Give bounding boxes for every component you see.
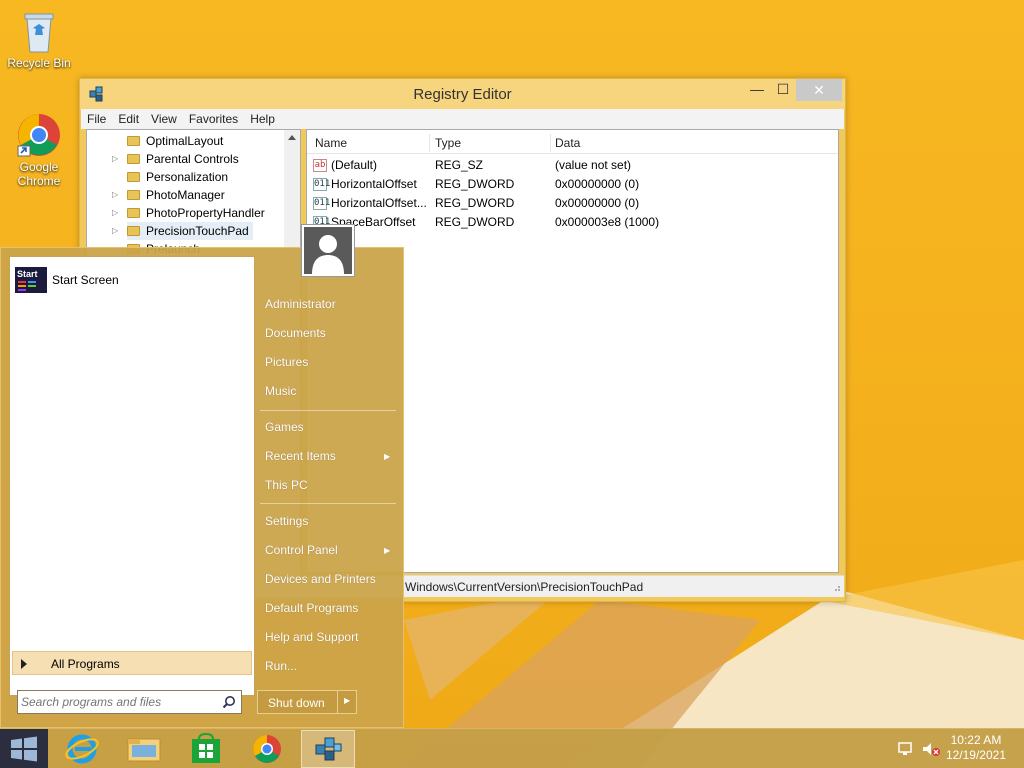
menu-file[interactable]: File <box>81 109 112 126</box>
expand-icon[interactable]: ▷ <box>112 150 118 168</box>
list-header: Name Type Data <box>307 130 838 154</box>
tree-item[interactable]: Personalization <box>127 168 228 186</box>
file-explorer-icon <box>127 738 161 762</box>
search-input[interactable] <box>21 694 216 710</box>
table-row[interactable]: 011 HorizontalOffset REG_DWORD 0x0000000… <box>313 175 833 194</box>
start-item-pictures[interactable]: Pictures <box>265 355 308 369</box>
start-item-run[interactable]: Run... <box>265 659 297 673</box>
status-path: Windows\CurrentVersion\PrecisionTouchPad <box>405 580 644 594</box>
folder-icon <box>127 190 140 200</box>
avatar[interactable] <box>301 224 355 277</box>
start-item-control-panel[interactable]: Control Panel <box>265 543 338 557</box>
string-value-icon: ab <box>313 159 327 172</box>
column-type[interactable]: Type <box>435 136 461 150</box>
shutdown-options-icon[interactable]: ▶ <box>344 696 350 705</box>
desktop-icon-recycle-bin[interactable]: Recycle Bin <box>4 8 74 70</box>
title-bar[interactable]: Registry Editor — ☐ ✕ <box>80 79 845 109</box>
table-row[interactable]: ab (Default) REG_SZ (value not set) <box>313 156 833 175</box>
pinned-item-start-screen[interactable]: Start Start Screen <box>15 267 245 293</box>
taskbar-internet-explorer[interactable] <box>55 730 109 768</box>
taskbar-clock[interactable]: 10:22 AM 12/19/2021 <box>946 733 1006 763</box>
expand-icon[interactable]: ▷ <box>112 204 118 222</box>
submenu-arrow-icon: ▶ <box>384 452 391 461</box>
menu-view[interactable]: View <box>145 109 183 126</box>
window-title: Registry Editor <box>413 86 512 103</box>
recycle-bin-icon <box>24 13 54 53</box>
table-row[interactable]: 011 HorizontalOffset... REG_DWORD 0x0000… <box>313 194 833 213</box>
column-data[interactable]: Data <box>555 136 580 150</box>
clock-time: 10:22 AM <box>950 733 1002 747</box>
start-item-this-pc[interactable]: This PC <box>265 478 308 492</box>
regedit-icon <box>315 737 342 761</box>
submenu-arrow-icon: ▶ <box>384 546 391 555</box>
start-screen-icon: Start <box>15 267 47 293</box>
start-item-documents[interactable]: Documents <box>265 326 326 340</box>
scroll-up-icon[interactable] <box>284 130 300 146</box>
column-name[interactable]: Name <box>315 136 347 150</box>
desktop-icon-google-chrome[interactable]: Google Chrome <box>4 112 74 188</box>
menu-bar: File Edit View Favorites Help <box>81 109 844 129</box>
taskbar-file-explorer[interactable] <box>117 730 171 768</box>
chrome-icon <box>253 735 281 763</box>
start-button[interactable] <box>0 729 48 768</box>
expand-icon[interactable]: ▷ <box>112 222 118 240</box>
all-programs-button[interactable]: All Programs <box>12 651 252 675</box>
clock-date: 12/19/2021 <box>945 748 1006 762</box>
user-icon <box>312 235 344 274</box>
maximize-button[interactable]: ☐ <box>770 79 796 101</box>
close-button[interactable]: ✕ <box>796 79 842 101</box>
taskbar-store[interactable] <box>179 730 233 768</box>
tree-item-selected[interactable]: ▷ PrecisionTouchPad <box>112 222 253 240</box>
separator <box>260 410 396 411</box>
taskbar-registry-editor[interactable] <box>301 730 355 768</box>
folder-icon <box>127 208 140 218</box>
expand-icon[interactable]: ▷ <box>112 186 118 204</box>
volume-muted-icon[interactable] <box>921 741 941 757</box>
dword-value-icon: 011 <box>313 178 331 191</box>
taskbar: 10:22 AM 12/19/2021 <box>0 728 1024 768</box>
folder-icon <box>127 226 140 236</box>
table-row[interactable]: 011 SpaceBarOffset REG_DWORD 0x000003e8 … <box>313 213 833 232</box>
menu-favorites[interactable]: Favorites <box>183 109 244 126</box>
search-icon[interactable] <box>222 695 236 709</box>
resize-grip-icon[interactable] <box>831 582 841 592</box>
start-item-administrator[interactable]: Administrator <box>265 297 336 311</box>
folder-icon <box>127 154 140 164</box>
dword-value-icon: 011 <box>313 197 331 210</box>
tree-item[interactable]: OptimalLayout <box>127 132 223 150</box>
desktop-icon-label: Google Chrome <box>17 160 61 188</box>
start-menu: Start Start Screen All Programs <box>0 247 404 728</box>
separator <box>260 503 396 504</box>
shutdown-button[interactable]: Shut down ▶ <box>257 690 357 714</box>
menu-help[interactable]: Help <box>244 109 281 126</box>
store-icon <box>192 732 220 763</box>
start-item-music[interactable]: Music <box>265 384 296 398</box>
windows-logo-icon <box>11 736 37 762</box>
tree-item[interactable]: ▷ PhotoPropertyHandler <box>112 204 265 222</box>
pinned-item-label: Start Screen <box>52 273 119 287</box>
start-item-help-and-support[interactable]: Help and Support <box>265 630 358 644</box>
folder-icon <box>127 136 140 146</box>
network-icon[interactable] <box>897 741 915 757</box>
arrow-right-icon <box>21 659 27 669</box>
menu-edit[interactable]: Edit <box>112 109 145 126</box>
taskbar-chrome[interactable] <box>240 730 294 768</box>
folder-icon <box>127 172 140 182</box>
start-item-recent-items[interactable]: Recent Items <box>265 449 336 463</box>
start-search-box[interactable] <box>17 690 242 714</box>
start-menu-programs-pane: Start Start Screen All Programs <box>9 256 255 696</box>
tree-item[interactable]: ▷ Parental Controls <box>112 150 239 168</box>
start-item-settings[interactable]: Settings <box>265 514 308 528</box>
start-item-devices-and-printers[interactable]: Devices and Printers <box>265 572 376 586</box>
internet-explorer-icon <box>65 734 99 764</box>
chrome-icon <box>17 114 60 157</box>
tree-item[interactable]: ▷ PhotoManager <box>112 186 225 204</box>
desktop-icon-label: Recycle Bin <box>7 56 71 70</box>
start-item-default-programs[interactable]: Default Programs <box>265 601 358 615</box>
start-item-games[interactable]: Games <box>265 420 304 434</box>
minimize-button[interactable]: — <box>744 79 770 101</box>
